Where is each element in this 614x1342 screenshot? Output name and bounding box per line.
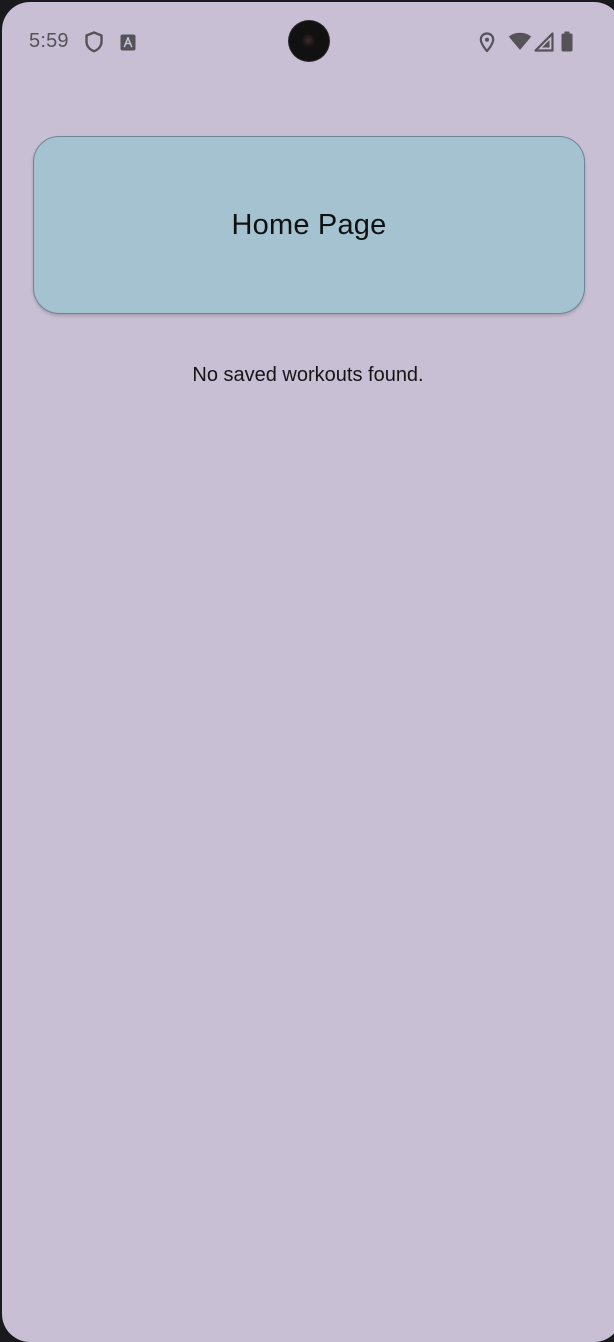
camera-cutout bbox=[289, 21, 329, 61]
empty-state-message: No saved workouts found. bbox=[192, 364, 424, 386]
wifi-icon bbox=[508, 32, 532, 50]
battery-icon bbox=[561, 31, 573, 52]
home-page-header: Home Page bbox=[33, 136, 585, 314]
status-time: 5:59 bbox=[29, 30, 69, 52]
location-icon bbox=[479, 32, 495, 53]
font-a-icon bbox=[120, 34, 136, 51]
camera-lens bbox=[302, 34, 316, 48]
cell-signal-icon bbox=[534, 32, 554, 52]
page-title: Home Page bbox=[231, 208, 387, 241]
status-bar: 5:59 bbox=[2, 2, 614, 82]
app-screen: 5:59 Home Page No saved workouts found. bbox=[2, 2, 614, 1342]
shield-icon bbox=[85, 31, 103, 53]
